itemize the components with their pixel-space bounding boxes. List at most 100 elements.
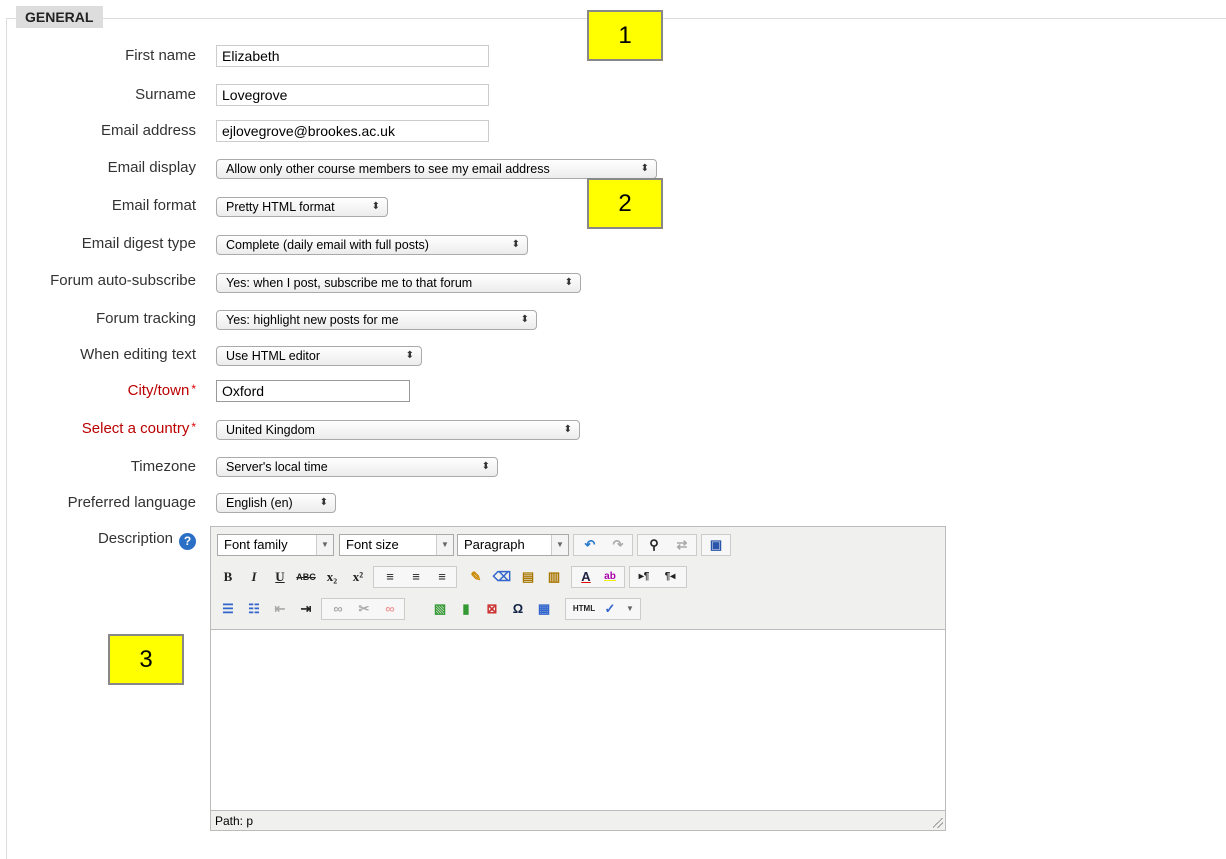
description-editor: Font family ▼ Font size ▼ Paragraph ▼ ↶ ↷ ⚲… (210, 526, 946, 831)
language-value: English (en) (226, 496, 293, 510)
find-icon[interactable]: ⚲ (643, 534, 665, 556)
toolbar-row-2: B I U ABC x₂ x² ≡ ≡ ≡ ✎ ⌫ ▤ ▥ A ab ▸¶ ¶◂ (215, 566, 941, 590)
editor-path: Path: p (215, 814, 254, 828)
updown-arrow-icon: ⬍ (640, 163, 649, 174)
dropdown-arrow-icon: ▼ (551, 535, 568, 555)
updown-arrow-icon: ⬍ (520, 314, 529, 325)
subscript-button[interactable]: x₂ (321, 566, 343, 588)
email-display-select[interactable]: Allow only other course members to see m… (216, 159, 657, 179)
editing-text-label: When editing text (80, 346, 196, 363)
image-icon[interactable]: ▧ (429, 598, 451, 620)
country-select[interactable]: United Kingdom ⬍ (216, 420, 580, 440)
timezone-select[interactable]: Server's local time ⬍ (216, 457, 498, 477)
country-value: United Kingdom (226, 423, 315, 437)
email-input[interactable]: ejlovegrove@brookes.ac.uk (216, 120, 489, 142)
strikethrough-button[interactable]: ABC (295, 566, 317, 588)
forum-tracking-select[interactable]: Yes: highlight new posts for me ⬍ (216, 310, 537, 330)
dropdown-arrow-icon: ▼ (316, 535, 333, 555)
superscript-button[interactable]: x² (347, 566, 369, 588)
html-source-button[interactable]: HTML (569, 598, 599, 620)
updown-arrow-icon: ⬍ (371, 201, 380, 212)
language-label: Preferred language (67, 494, 196, 511)
underline-button[interactable]: U (269, 566, 291, 588)
updown-arrow-icon: ⬍ (564, 277, 573, 288)
editor-content-area[interactable] (211, 629, 945, 811)
email-label: Email address (100, 122, 196, 139)
required-mark: * (191, 382, 196, 396)
email-display-value: Allow only other course members to see m… (226, 162, 550, 176)
cleanup-icon[interactable]: ✎ (465, 566, 487, 588)
paste-word-icon[interactable]: ▥ (543, 566, 565, 588)
spellcheck-icon[interactable]: ✓ (599, 598, 621, 620)
insert-table-icon[interactable]: ▦ (533, 598, 555, 620)
anchor-icon[interactable]: ∞ (379, 598, 401, 620)
font-size-value: Font size (346, 537, 399, 552)
outdent-icon[interactable]: ⇤ (269, 598, 291, 620)
highlight-color-icon[interactable]: ab (599, 566, 621, 588)
first-name-input[interactable]: Elizabeth (216, 45, 489, 67)
updown-arrow-icon: ⬍ (319, 497, 328, 508)
help-icon[interactable]: ? (179, 533, 196, 550)
bullet-list-icon[interactable]: ☰ (217, 598, 239, 620)
link-icon[interactable]: ∞ (327, 598, 349, 620)
email-format-value: Pretty HTML format (226, 200, 335, 214)
city-label-text: City/town (127, 382, 190, 399)
omega-icon[interactable]: Ω (507, 598, 529, 620)
replace-icon[interactable]: ⇄ (671, 534, 693, 556)
required-mark: * (191, 420, 196, 434)
timezone-label: Timezone (130, 458, 196, 475)
annotation-note-2: 2 (587, 178, 663, 229)
country-label-text: Select a country (81, 420, 190, 437)
eraser-icon[interactable]: ⌫ (491, 566, 513, 588)
align-left-icon[interactable]: ≡ (379, 566, 401, 588)
description-label-text: Description (97, 530, 173, 547)
italic-button[interactable]: I (243, 566, 265, 588)
email-format-select[interactable]: Pretty HTML format ⬍ (216, 197, 388, 217)
updown-arrow-icon: ⬍ (481, 461, 490, 472)
fullscreen-icon[interactable]: ▣ (705, 534, 727, 556)
updown-arrow-icon: ⬍ (511, 239, 520, 250)
email-display-label: Email display (107, 159, 196, 176)
forum-autosubscribe-value: Yes: when I post, subscribe me to that f… (226, 276, 473, 290)
rtl-icon[interactable]: ¶◂ (659, 566, 681, 588)
ltr-icon[interactable]: ▸¶ (633, 566, 655, 588)
toolbar-row-3: ☰ ☷ ⇤ ⇥ ∞ ✂ ∞ ▧ ▮ ⊠ Ω ▦ HTML ✓ ▼ (215, 598, 941, 622)
undo-icon[interactable]: ↶ (579, 534, 601, 556)
city-label: City/town * (128, 382, 196, 399)
first-name-label: First name (125, 47, 196, 64)
city-input[interactable]: Oxford (216, 380, 410, 402)
align-center-icon[interactable]: ≡ (405, 566, 427, 588)
font-family-select[interactable]: Font family ▼ (217, 534, 334, 556)
section-legend[interactable]: GENERAL (16, 6, 104, 28)
description-label: Description? (98, 530, 196, 550)
font-size-select[interactable]: Font size ▼ (339, 534, 454, 556)
editing-text-select[interactable]: Use HTML editor ⬍ (216, 346, 422, 366)
forum-tracking-label: Forum tracking (95, 310, 196, 327)
email-digest-value: Complete (daily email with full posts) (226, 238, 429, 252)
resize-handle-icon[interactable] (933, 818, 943, 828)
numbered-list-icon[interactable]: ☷ (243, 598, 265, 620)
surname-input[interactable]: Lovegrove (216, 84, 489, 106)
indent-icon[interactable]: ⇥ (295, 598, 317, 620)
editor-toolbar: Font family ▼ Font size ▼ Paragraph ▼ ↶ ↷ ⚲… (211, 527, 945, 629)
bold-button[interactable]: B (217, 566, 239, 588)
email-format-label: Email format (111, 197, 196, 214)
media-icon[interactable]: ▮ (455, 598, 477, 620)
forum-autosubscribe-select[interactable]: Yes: when I post, subscribe me to that f… (216, 273, 581, 293)
format-select[interactable]: Paragraph ▼ (457, 534, 569, 556)
align-right-icon[interactable]: ≡ (431, 566, 453, 588)
email-digest-select[interactable]: Complete (daily email with full posts) ⬍ (216, 235, 528, 255)
chevron-down-icon[interactable]: ▼ (619, 598, 641, 620)
dropdown-arrow-icon: ▼ (436, 535, 453, 555)
editing-text-value: Use HTML editor (226, 349, 321, 363)
updown-arrow-icon: ⬍ (405, 350, 414, 361)
language-select[interactable]: English (en) ⬍ (216, 493, 336, 513)
updown-arrow-icon: ⬍ (563, 424, 572, 435)
nolink-icon[interactable]: ⊠ (481, 598, 503, 620)
email-digest-label: Email digest type (81, 235, 196, 252)
unlink-icon[interactable]: ✂ (353, 598, 375, 620)
redo-icon[interactable]: ↷ (607, 534, 629, 556)
timezone-value: Server's local time (226, 460, 328, 474)
text-color-icon[interactable]: A (575, 566, 597, 588)
paste-text-icon[interactable]: ▤ (517, 566, 539, 588)
